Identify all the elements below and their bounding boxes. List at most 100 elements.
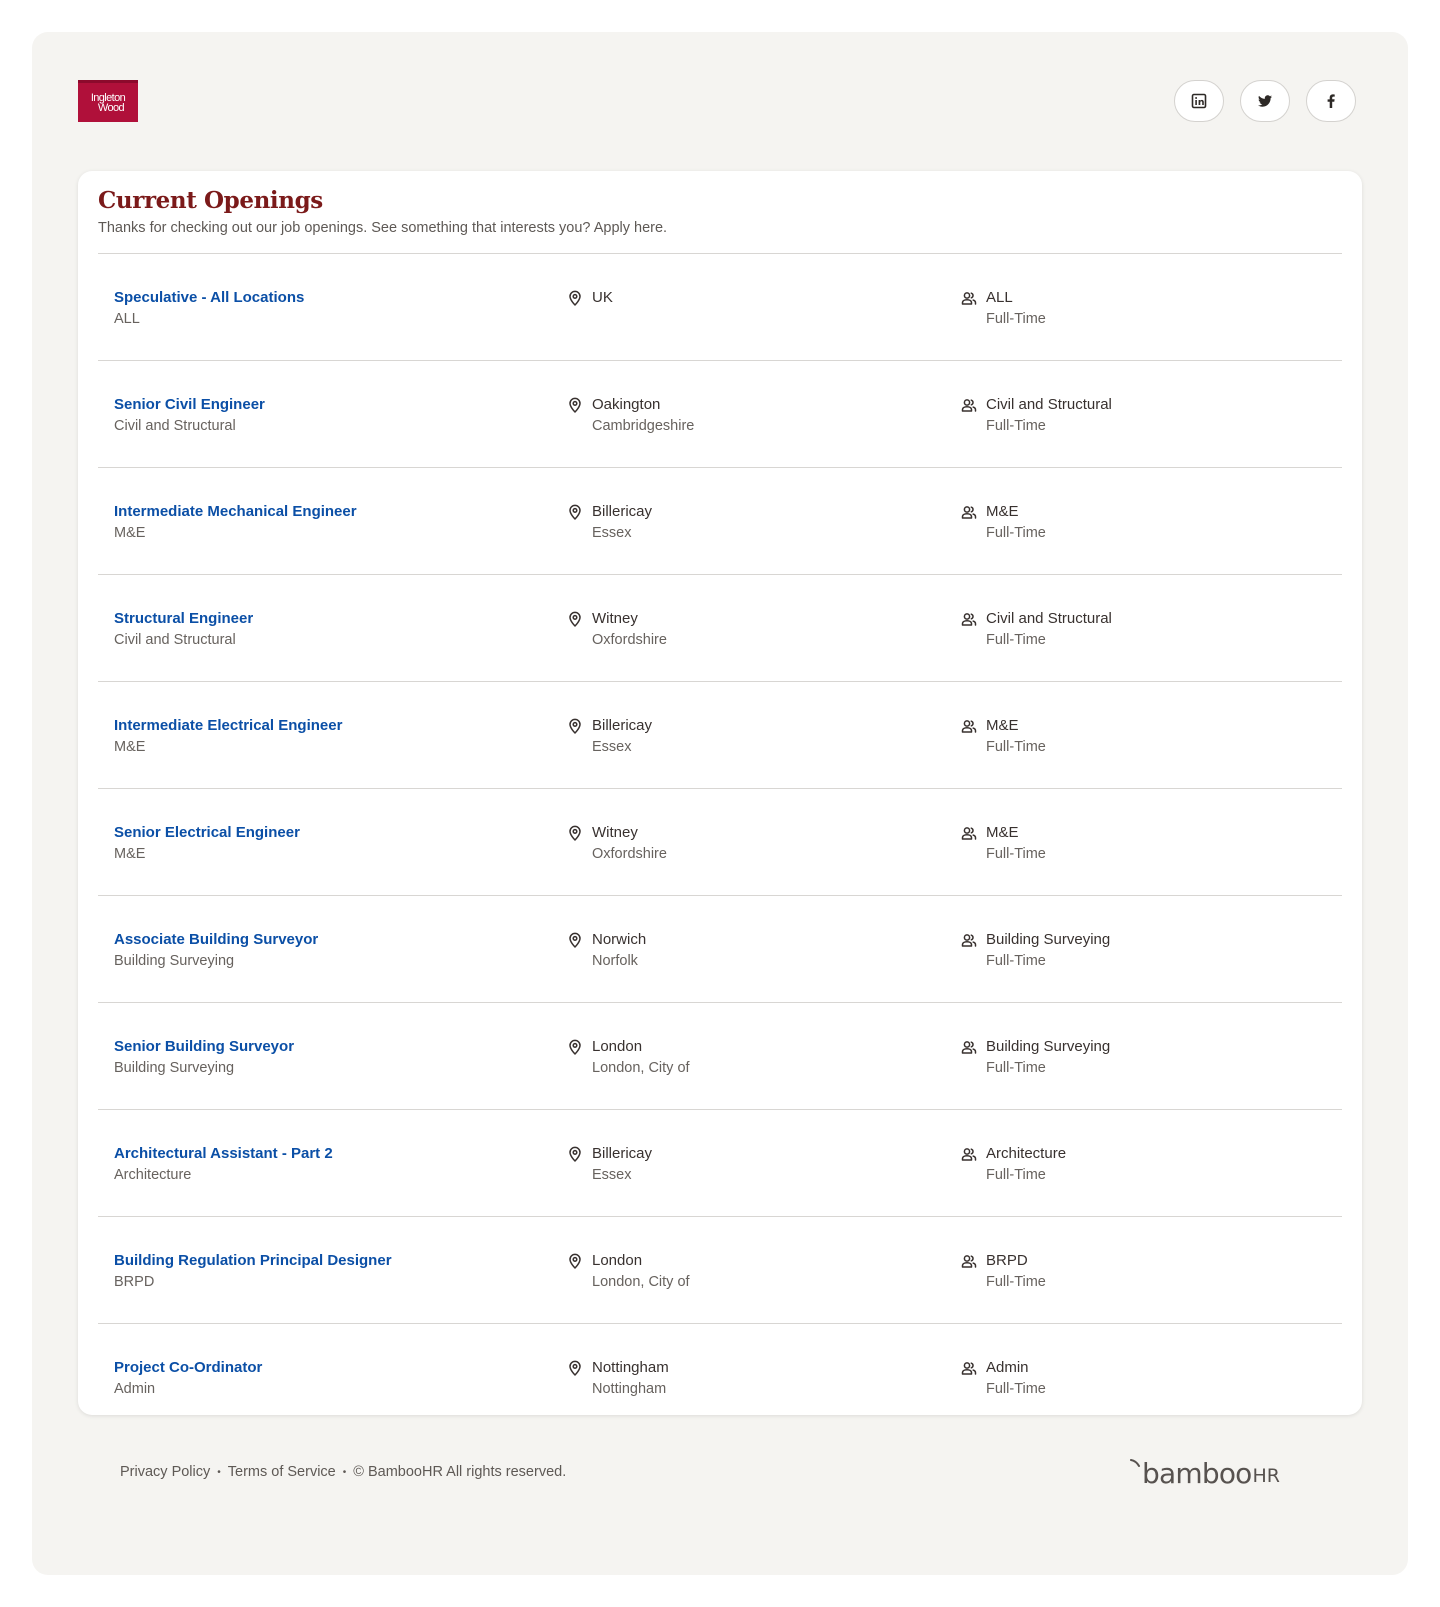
job-row: Senior Civil Engineer Civil and Structura…	[98, 361, 1342, 468]
job-employment-type: Full-Time	[986, 418, 1046, 434]
linkedin-button[interactable]	[1174, 80, 1224, 122]
job-team: Civil and Structural	[986, 610, 1112, 627]
job-team-cell: BRPD Full-Time	[961, 1251, 1046, 1292]
job-employment-type: Full-Time	[986, 846, 1046, 862]
job-region: Oxfordshire	[592, 632, 667, 648]
job-title-link[interactable]: Senior Electrical Engineer	[114, 823, 300, 843]
people-icon	[961, 1146, 977, 1162]
job-department: Architecture	[114, 1167, 192, 1183]
page-subtitle: Thanks for checking out our job openings…	[98, 220, 668, 236]
job-city: Billericay	[592, 503, 653, 520]
job-department: ALL	[114, 311, 140, 327]
job-title-link[interactable]: Intermediate Electrical Engineer	[114, 716, 342, 736]
job-region: Cambridgeshire	[592, 418, 695, 434]
job-row: Intermediate Mechanical Engineer M&E Bille…	[98, 468, 1342, 575]
people-icon	[961, 1039, 977, 1055]
job-title-cell: Senior Electrical Engineer M&E	[114, 823, 300, 864]
people-icon	[961, 1253, 977, 1269]
job-title-link[interactable]: Speculative - All Locations	[114, 288, 304, 308]
job-row: Intermediate Electrical Engineer M&E Bille…	[98, 682, 1342, 789]
twitter-button[interactable]	[1240, 80, 1290, 122]
job-team-cell: Architecture Full-Time	[961, 1144, 1066, 1185]
location-pin-icon	[567, 397, 583, 413]
job-title-cell: Senior Building Surveyor Building Surveyi…	[114, 1037, 294, 1078]
people-icon	[961, 397, 977, 413]
job-row: Project Co-Ordinator Admin Nottingham Notti…	[98, 1324, 1342, 1431]
job-city: Oakington	[592, 396, 661, 413]
job-department: Admin	[114, 1381, 156, 1397]
job-region: Essex	[592, 525, 632, 541]
job-city: London	[592, 1038, 643, 1055]
facebook-icon	[1323, 93, 1339, 109]
location-pin-icon	[567, 1253, 583, 1269]
job-title-link[interactable]: Intermediate Mechanical Engineer	[114, 502, 357, 522]
location-pin-icon	[567, 718, 583, 734]
people-icon	[961, 611, 977, 627]
location-pin-icon	[567, 825, 583, 841]
job-team-cell: M&E Full-Time	[961, 823, 1046, 864]
job-department: Civil and Structural	[114, 632, 236, 648]
job-title-link[interactable]: Building Regulation Principal Designer	[114, 1251, 392, 1271]
location-pin-icon	[567, 504, 583, 520]
logo-text-line1: Ingleton	[90, 91, 126, 104]
footer-separator: •	[342, 1466, 347, 1478]
people-icon	[961, 1360, 977, 1376]
job-title-cell: Associate Building Surveyor Building Surv…	[114, 930, 318, 971]
job-title-link[interactable]: Associate Building Surveyor	[114, 930, 318, 950]
job-team: M&E	[986, 717, 1019, 734]
job-city: Billericay	[592, 717, 653, 734]
job-city: Billericay	[592, 1145, 653, 1162]
job-location-cell: Norwich Norfolk	[567, 930, 646, 971]
job-employment-type: Full-Time	[986, 1274, 1046, 1290]
job-location-cell: Witney Oxfordshire	[567, 609, 667, 650]
bamboo-leaf-icon	[1130, 1459, 1141, 1467]
job-row: Associate Building Surveyor Building Surv…	[98, 896, 1342, 1003]
twitter-icon	[1257, 93, 1273, 109]
page-title: Current Openings	[98, 187, 323, 214]
job-title-cell: Architectural Assistant - Part 2 Architec…	[114, 1144, 333, 1185]
job-row: Architectural Assistant - Part 2 Architec…	[98, 1110, 1342, 1217]
job-city: Norwich	[592, 931, 647, 948]
job-region: London, City of	[592, 1060, 690, 1076]
company-logo[interactable]: Ingleton Wood	[78, 80, 138, 122]
logo-text-line2: Wood	[97, 101, 125, 114]
job-city: Witney	[592, 824, 638, 841]
job-region: Essex	[592, 1167, 632, 1183]
location-pin-icon	[567, 1146, 583, 1162]
job-employment-type: Full-Time	[986, 739, 1046, 755]
privacy-policy-link[interactable]: Privacy Policy	[120, 1464, 210, 1480]
job-title-link[interactable]: Senior Civil Engineer	[114, 395, 265, 415]
bamboohr-logo[interactable]: bamboo HR	[1130, 1457, 1280, 1490]
job-title-cell: Structural Engineer Civil and Structural	[114, 609, 253, 650]
people-icon	[961, 932, 977, 948]
job-employment-type: Full-Time	[986, 525, 1046, 541]
job-city: UK	[592, 289, 613, 306]
people-icon	[961, 825, 977, 841]
job-department: M&E	[114, 846, 146, 862]
job-title-link[interactable]: Senior Building Surveyor	[114, 1037, 294, 1057]
job-team-cell: Civil and Structural Full-Time	[961, 609, 1112, 650]
job-title-cell: Project Co-Ordinator Admin	[114, 1358, 262, 1399]
job-employment-type: Full-Time	[986, 953, 1046, 969]
job-title-link[interactable]: Architectural Assistant - Part 2	[114, 1144, 333, 1164]
job-department: Building Surveying	[114, 1060, 235, 1076]
job-row: Structural Engineer Civil and Structural W…	[98, 575, 1342, 682]
people-icon	[961, 718, 977, 734]
job-employment-type: Full-Time	[986, 1381, 1046, 1397]
job-department: M&E	[114, 525, 146, 541]
job-location-cell: Oakington Cambridgeshire	[567, 395, 694, 436]
location-pin-icon	[567, 290, 583, 306]
location-pin-icon	[567, 611, 583, 627]
location-pin-icon	[567, 932, 583, 948]
facebook-button[interactable]	[1306, 80, 1356, 122]
job-title-link[interactable]: Structural Engineer	[114, 609, 253, 629]
terms-of-service-link[interactable]: Terms of Service	[228, 1464, 336, 1480]
job-team: M&E	[986, 824, 1019, 841]
job-team-cell: Building Surveying Full-Time	[961, 930, 1110, 971]
job-employment-type: Full-Time	[986, 632, 1046, 648]
job-employment-type: Full-Time	[986, 1167, 1046, 1183]
job-row: Senior Electrical Engineer M&E Witney Oxfor…	[98, 789, 1342, 896]
job-location-cell: Billericay Essex	[567, 502, 652, 543]
job-team-cell: Building Surveying Full-Time	[961, 1037, 1110, 1078]
job-title-link[interactable]: Project Co-Ordinator	[114, 1358, 262, 1378]
